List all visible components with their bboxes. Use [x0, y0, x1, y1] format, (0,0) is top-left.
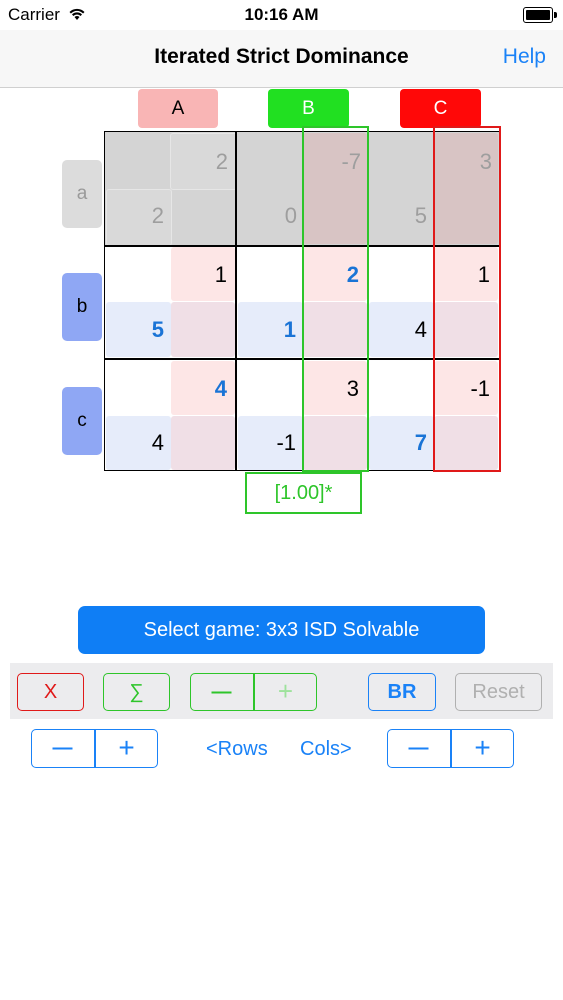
- x-button[interactable]: X: [17, 673, 84, 711]
- battery-icon: [523, 7, 557, 23]
- rows-decrease-button[interactable]: —: [31, 729, 94, 768]
- column-header-a[interactable]: A: [138, 89, 218, 128]
- navigation-bar: Iterated Strict Dominance Help: [0, 30, 563, 88]
- column-probability-label[interactable]: [1.00]*: [245, 472, 362, 514]
- help-button[interactable]: Help: [503, 45, 546, 69]
- cols-increase-button[interactable]: +: [451, 729, 514, 768]
- decrease-button[interactable]: —: [190, 673, 253, 711]
- row-header-a[interactable]: a: [62, 160, 102, 228]
- page-title: Iterated Strict Dominance: [154, 45, 409, 68]
- column-header-b[interactable]: B: [268, 89, 349, 128]
- column-c-highlight: [433, 126, 501, 472]
- column-b-highlight: [302, 126, 369, 472]
- grid-divider: [235, 131, 237, 471]
- column-header-c[interactable]: C: [400, 89, 481, 128]
- sum-button[interactable]: ∑: [103, 673, 170, 711]
- cols-decrease-button[interactable]: —: [387, 729, 450, 768]
- status-time: 10:16 AM: [244, 5, 319, 24]
- rows-increase-button[interactable]: +: [95, 729, 158, 768]
- row-header-c[interactable]: c: [62, 387, 102, 455]
- rows-label: <Rows: [206, 738, 268, 760]
- increase-button[interactable]: +: [254, 673, 317, 711]
- reset-button[interactable]: Reset: [455, 673, 542, 711]
- best-response-button[interactable]: BR: [368, 673, 436, 711]
- row-header-b[interactable]: b: [62, 273, 102, 341]
- cols-label: Cols>: [300, 738, 352, 760]
- select-game-button[interactable]: Select game: 3x3 ISD Solvable: [78, 606, 485, 654]
- status-bar: Carrier 10:16 AM: [0, 0, 563, 30]
